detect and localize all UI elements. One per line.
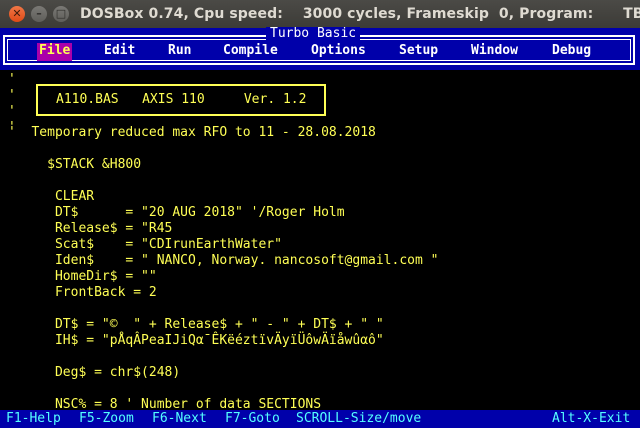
comment-header-box: A110.BAS AXIS 110 Ver. 1.2 [36, 84, 326, 116]
status-f6-next[interactable]: F6-Next [152, 410, 207, 428]
code-line: CLEAR [8, 189, 95, 204]
code-line: DT$ = "20 AUG 2018" '/Roger Holm [8, 205, 345, 220]
menu-file[interactable]: File [37, 43, 73, 61]
code-editor[interactable]: ' ' ' ' A110.BAS AXIS 110 Ver. 1.2 ' Tem… [0, 70, 640, 412]
app-title: Turbo Basic [266, 27, 361, 41]
window-title: DOSBox 0.74, Cpu speed: 3000 cycles, Fra… [80, 6, 640, 22]
menu-setup[interactable]: Setup [397, 43, 440, 61]
menu-bar: Turbo Basic File Edit Run Compile Option… [0, 27, 640, 70]
menu-compile[interactable]: Compile [221, 43, 280, 61]
code-line: HomeDir$ = "" [8, 269, 157, 284]
window-titlebar: ✕ – □ DOSBox 0.74, Cpu speed: 3000 cycle… [0, 0, 640, 28]
menu-debug[interactable]: Debug [550, 43, 593, 61]
code-line: ' Temporary reduced max RFO to 11 - 28.0… [8, 125, 376, 140]
code-line: FrontBack = 2 [8, 285, 157, 300]
menu-run[interactable]: Run [166, 43, 193, 61]
status-f5-zoom[interactable]: F5-Zoom [79, 410, 134, 428]
status-f7-goto[interactable]: F7-Goto [225, 410, 280, 428]
code-line: ' [8, 104, 16, 119]
code-line: ' [8, 88, 16, 103]
status-f1-help[interactable]: F1-Help [6, 410, 61, 428]
code-line: Release$ = "R45 [8, 221, 173, 236]
code-line: ' [8, 72, 16, 87]
status-scroll-size-move[interactable]: SCROLL-Size/move [296, 410, 421, 428]
header-box-text: A110.BAS AXIS 110 Ver. 1.2 [56, 92, 307, 107]
code-line: Scat$ = "CDIrunEarthWater" [8, 237, 282, 252]
code-line: Iden$ = " NANCO, Norway. nancosoft@gmail… [8, 253, 439, 268]
code-line: IH$ = "pÅqÂPeaIJiQα¯ÊKëéztïvÄyïÜôwÄïåwûα… [8, 333, 384, 348]
menu-window[interactable]: Window [469, 43, 520, 61]
status-alt-x-exit[interactable]: Alt-X-Exit [552, 410, 630, 428]
menu-options[interactable]: Options [309, 43, 368, 61]
status-bar: F1-Help F5-Zoom F6-Next F7-Goto SCROLL-S… [0, 410, 640, 428]
code-line: $STACK &H800 [8, 157, 142, 172]
menu-edit[interactable]: Edit [102, 43, 137, 61]
code-line: DT$ = "© " + Release$ + " - " + DT$ + " … [8, 317, 384, 332]
minimize-window-icon[interactable]: – [31, 6, 47, 22]
code-line: Deg$ = chr$(248) [8, 365, 181, 380]
maximize-window-icon[interactable]: □ [53, 6, 69, 22]
close-window-icon[interactable]: ✕ [9, 6, 25, 22]
dos-screen: Turbo Basic File Edit Run Compile Option… [0, 27, 640, 428]
